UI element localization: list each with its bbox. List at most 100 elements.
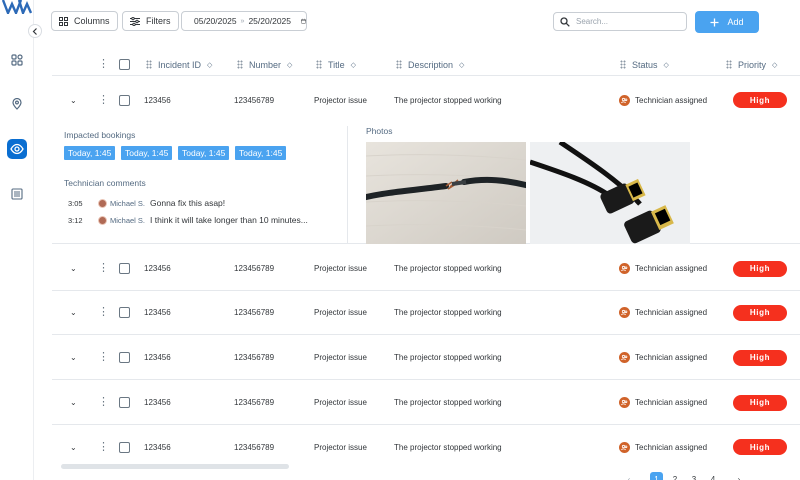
table-row[interactable]: ⌄ ⋮ 123456 123456789 Projector issue The… <box>52 247 800 291</box>
table-row[interactable]: ⌄ ⋮ 123456 123456789 Projector issue The… <box>52 78 800 122</box>
drag-handle-icon[interactable] <box>237 60 243 69</box>
page-button-2[interactable]: 2 <box>670 472 680 480</box>
booking-chip[interactable]: Today, 1:45 <box>64 146 116 160</box>
expand-row-button[interactable]: ⌄ <box>70 247 77 290</box>
cell-number: 123456789 <box>234 398 275 407</box>
calendar-icon[interactable] <box>301 16 306 26</box>
header-label: Status <box>632 59 658 70</box>
status-label: Technician assigned <box>635 95 708 105</box>
chevron-down-icon: ⌄ <box>70 308 77 317</box>
page-button-1[interactable]: 1 <box>650 472 663 480</box>
technician-icon <box>619 441 630 453</box>
technician-icon <box>619 263 630 274</box>
impacted-bookings-title: Impacted bookings <box>64 130 136 140</box>
filters-button[interactable]: Filters <box>122 11 179 31</box>
table-row[interactable]: ⌄ ⋮ 123456 123456789 Projector issue The… <box>52 291 800 335</box>
search-input[interactable] <box>576 17 676 26</box>
grid-icon <box>59 16 68 26</box>
pagination-next[interactable]: › <box>734 472 744 480</box>
drag-handle-icon[interactable] <box>396 60 402 69</box>
sliders-icon <box>130 16 140 26</box>
row-menu[interactable]: ⋮ <box>98 247 109 290</box>
collapse-sidebar-button[interactable] <box>28 24 42 38</box>
cell-description: The projector stopped working <box>394 95 502 105</box>
row-checkbox[interactable] <box>119 291 130 334</box>
row-checkbox[interactable] <box>119 381 130 424</box>
priority-badge: High <box>733 439 787 455</box>
horizontal-scrollbar[interactable] <box>61 464 289 469</box>
sort-icon[interactable]: ◇ <box>351 61 356 69</box>
checkbox-box <box>119 59 130 70</box>
comment-text: Gonna fix this asap! <box>150 198 226 208</box>
row-checkbox[interactable] <box>119 247 130 290</box>
drag-handle-icon[interactable] <box>146 60 152 69</box>
table-row[interactable]: ⌄ ⋮ 123456 123456789 Projector issue The… <box>52 425 800 469</box>
header-status[interactable]: Status ◇ <box>620 54 669 75</box>
priority-badge: High <box>733 304 787 321</box>
avatar <box>98 215 107 225</box>
header-title[interactable]: Title ◇ <box>316 54 356 75</box>
drag-handle-icon[interactable] <box>316 60 322 69</box>
row-menu[interactable]: ⋮ <box>98 425 109 469</box>
expand-row-button[interactable]: ⌄ <box>70 381 77 424</box>
row-menu[interactable]: ⋮ <box>98 381 109 424</box>
sort-icon[interactable]: ◇ <box>459 61 464 69</box>
header-label: Description <box>408 59 454 70</box>
table-header: ⋮ Incident ID ◇ Number ◇ Title ◇ Descriptio… <box>52 54 800 76</box>
add-button[interactable]: Add <box>695 11 759 33</box>
photo-damaged-cable[interactable] <box>366 142 526 244</box>
row-checkbox[interactable] <box>119 425 130 469</box>
booking-chip[interactable]: Today, 1:45 <box>121 146 173 160</box>
header-incident-id[interactable]: Incident ID ◇ <box>146 54 212 75</box>
pagination-prev[interactable]: ‹ <box>624 472 634 480</box>
collapse-row-button[interactable]: ⌄ <box>70 78 77 122</box>
nav-item-monitoring[interactable] <box>7 139 27 159</box>
header-label: Title <box>328 59 345 70</box>
header-menu[interactable]: ⋮ <box>98 54 109 75</box>
status-label: Technician assigned <box>635 398 708 407</box>
sort-icon[interactable]: ◇ <box>287 61 292 69</box>
table-row[interactable]: ⌄ ⋮ 123456 123456789 Projector issue The… <box>52 381 800 425</box>
drag-handle-icon[interactable] <box>726 60 732 69</box>
columns-button[interactable]: Columns <box>51 11 118 31</box>
search-field[interactable] <box>553 12 687 31</box>
drag-handle-icon[interactable] <box>620 60 626 69</box>
cell-priority: High <box>733 425 787 469</box>
header-priority[interactable]: Priority ◇ <box>726 54 777 75</box>
row-checkbox[interactable] <box>119 78 130 122</box>
row-menu[interactable]: ⋮ <box>98 291 109 334</box>
select-all-checkbox[interactable] <box>119 54 130 75</box>
date-range-picker[interactable]: 05/20/2025 » 25/20/2025 <box>181 11 307 31</box>
more-vertical-icon: ⋮ <box>98 396 109 408</box>
avatar <box>98 198 107 208</box>
expand-row-button[interactable]: ⌄ <box>70 291 77 334</box>
row-checkbox[interactable] <box>119 336 130 379</box>
cell-title: Projector issue <box>314 95 367 105</box>
sort-icon[interactable]: ◇ <box>207 61 212 69</box>
expand-row-button[interactable]: ⌄ <box>70 336 77 379</box>
table-row[interactable]: ⌄ ⋮ 123456 123456789 Projector issue The… <box>52 336 800 380</box>
photo-hdmi-cable[interactable] <box>530 142 690 244</box>
row-menu[interactable]: ⋮ <box>98 78 109 122</box>
page-button-3[interactable]: 3 <box>689 472 699 480</box>
sort-icon[interactable]: ◇ <box>772 61 777 69</box>
booking-chip[interactable]: Today, 1:45 <box>178 146 230 160</box>
row-menu[interactable]: ⋮ <box>98 336 109 379</box>
comment-item: 3:12 Michael S. I think it will take lon… <box>68 214 308 226</box>
nav-item-apps[interactable] <box>7 50 27 70</box>
nav-item-locations[interactable] <box>7 94 27 114</box>
header-description[interactable]: Description ◇ <box>396 54 464 75</box>
booking-chip[interactable]: Today, 1:45 <box>235 146 287 160</box>
checkbox-box <box>119 441 130 453</box>
page-button-4[interactable]: 4 <box>708 472 718 480</box>
cell-status: Technician assigned <box>619 425 707 469</box>
more-vertical-icon: ⋮ <box>98 262 109 274</box>
header-number[interactable]: Number ◇ <box>237 54 292 75</box>
sort-icon[interactable]: ◇ <box>664 61 669 69</box>
nav-item-reports[interactable] <box>7 184 27 204</box>
comment-author: Michael S. <box>110 198 146 208</box>
chevron-down-icon: ⌄ <box>70 264 77 273</box>
expand-row-button[interactable]: ⌄ <box>70 425 77 469</box>
cell-priority: High <box>733 336 787 379</box>
cell-incident-id: 123456 <box>144 353 171 362</box>
